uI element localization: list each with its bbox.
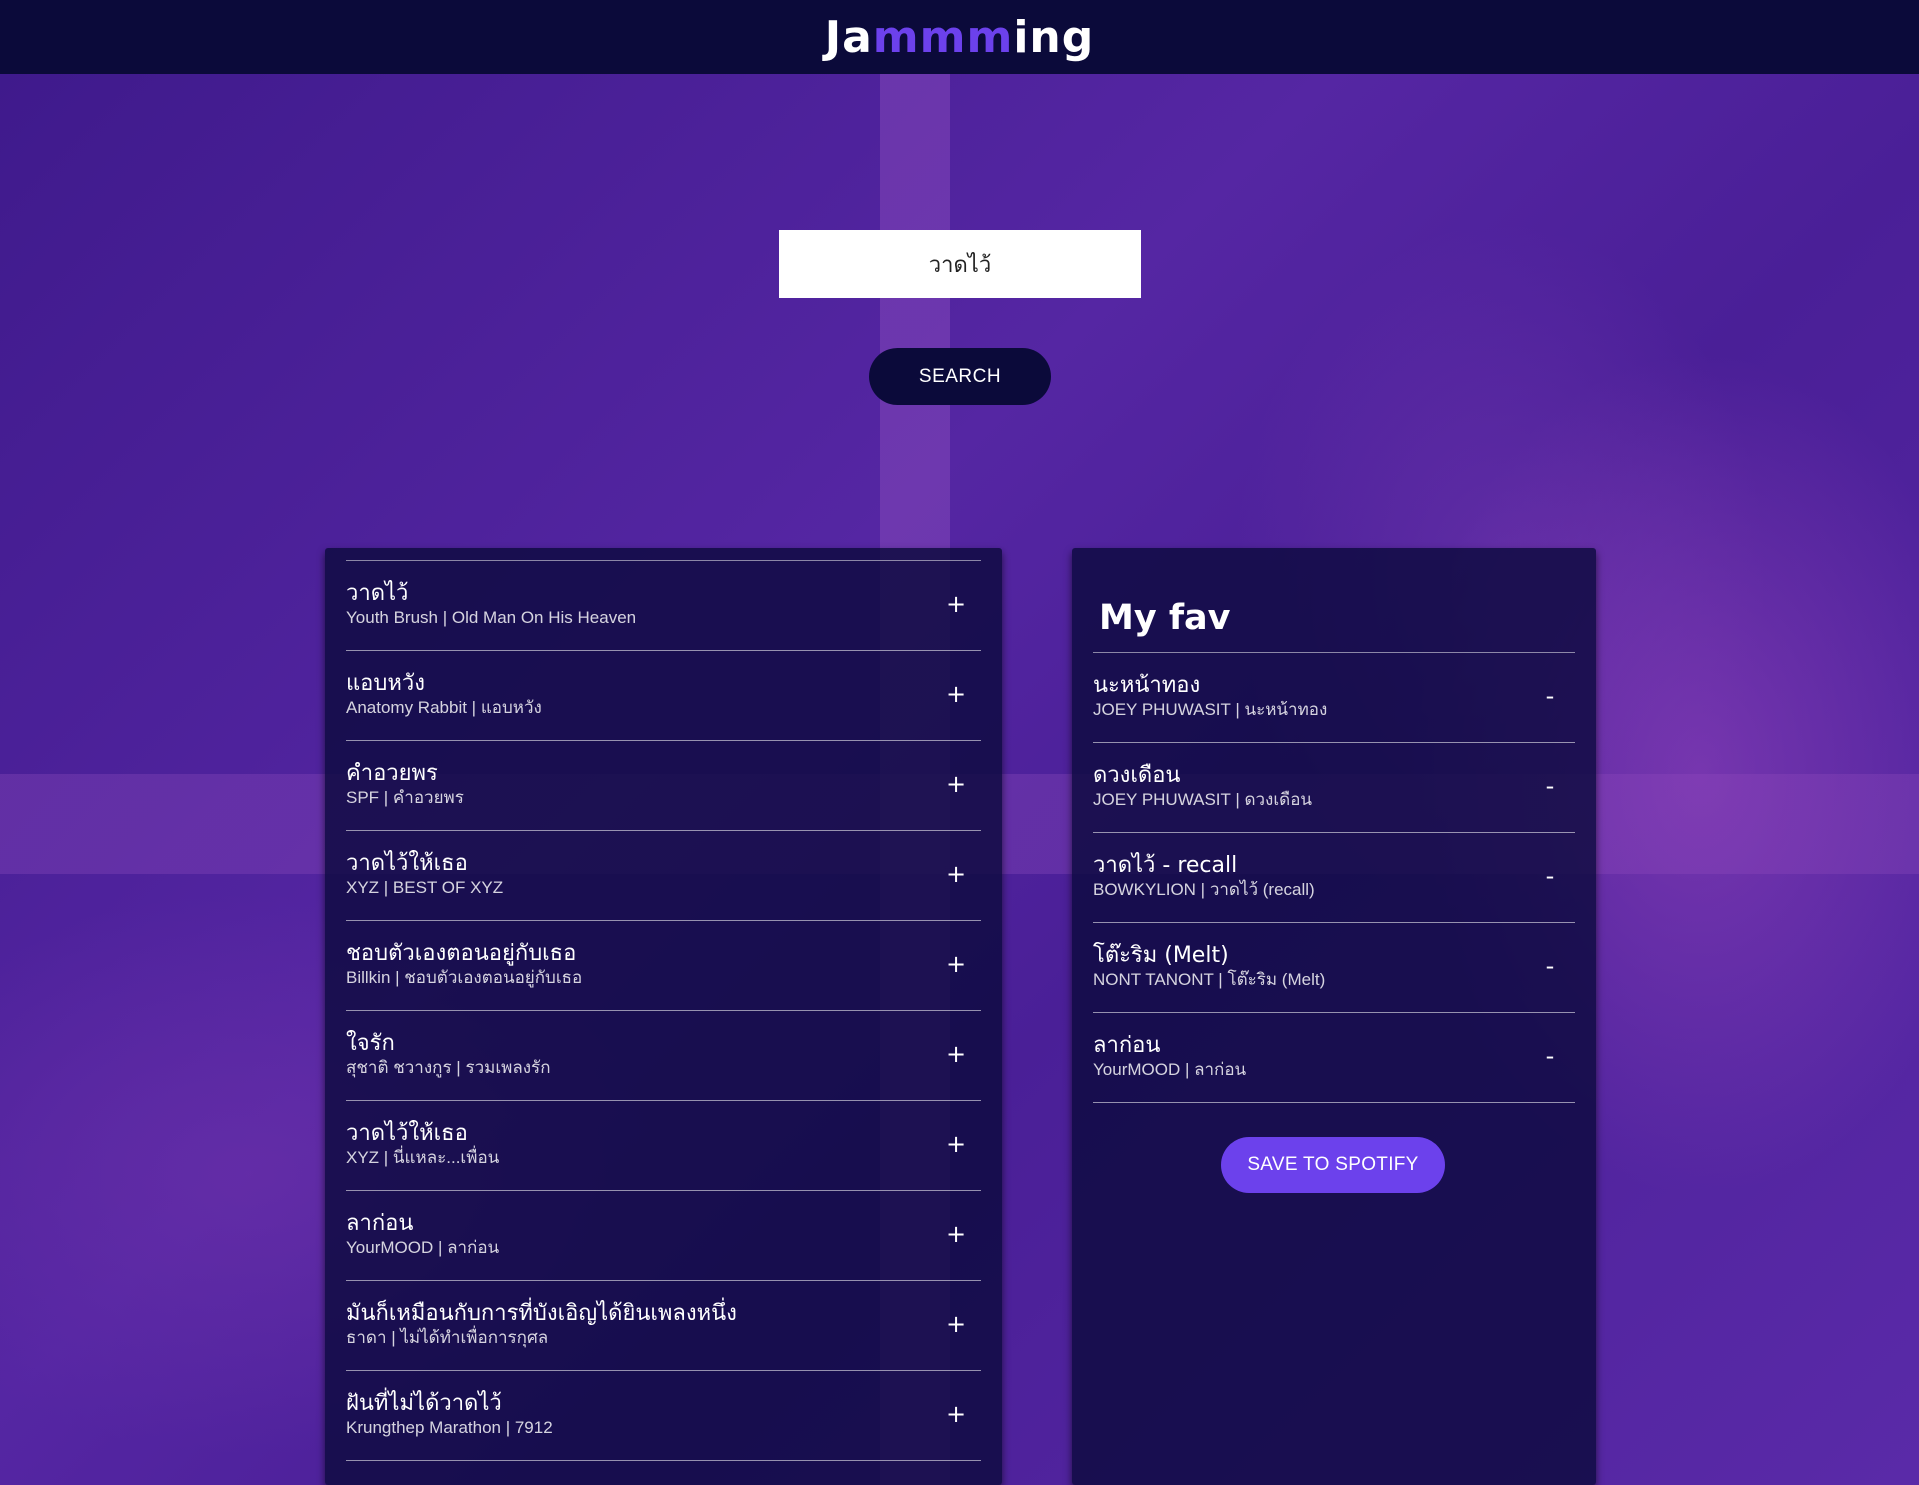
track-meta: NONT TANONT | โต๊ะริม (Melt)	[1093, 970, 1326, 989]
logo-prefix: Ja	[824, 11, 873, 63]
track-title: ชอบตัวเองตอนอยู่กับเธอ	[346, 941, 577, 966]
track-title: โต๊ะริม (Melt)	[1093, 943, 1229, 968]
track-title: คำอวยพร	[346, 761, 438, 786]
remove-track-button[interactable]: -	[1535, 951, 1565, 981]
track-meta: YourMOOD | ลาก่อน	[1093, 1060, 1247, 1079]
track-title: มันก็เหมือนกับการที่บังเอิญได้ยินเพลงหนึ…	[346, 1301, 737, 1326]
track-meta: JOEY PHUWASIT | นะหน้าทอง	[1093, 700, 1328, 719]
track-title: ดวงเดือน	[1093, 763, 1181, 788]
add-track-button[interactable]: +	[941, 859, 971, 889]
app-logo: Jammming	[825, 12, 1095, 63]
playlist-track: วาดไว้ - recall BOWKYLION | วาดไว้ (reca…	[1093, 833, 1575, 923]
track-title: วาดไว้ให้เธอ	[346, 1121, 468, 1146]
add-track-button[interactable]: +	[941, 1129, 971, 1159]
result-track: ชอบตัวเองตอนอยู่กับเธอ Billkin | ชอบตัวเ…	[346, 921, 981, 1011]
result-track: คำอวยพร SPF | คำอวยพร +	[346, 741, 981, 831]
track-meta: สุชาติ ชวางกูร | รวมเพลงรัก	[346, 1058, 551, 1077]
remove-track-button[interactable]: -	[1535, 1041, 1565, 1071]
add-track-button[interactable]: +	[941, 769, 971, 799]
search-results-list: วาดไว้ Youth Brush | Old Man On His Heav…	[346, 560, 981, 1461]
track-meta: BOWKYLION | วาดไว้ (recall)	[1093, 880, 1315, 899]
result-track: ใจรัก สุชาติ ชวางกูร | รวมเพลงรัก +	[346, 1011, 981, 1101]
playlist-track-list: นะหน้าทอง JOEY PHUWASIT | นะหน้าทอง - ดว…	[1093, 652, 1575, 1103]
remove-track-button[interactable]: -	[1535, 771, 1565, 801]
track-meta: SPF | คำอวยพร	[346, 788, 464, 807]
search-button[interactable]: SEARCH	[869, 348, 1051, 405]
track-meta: XYZ | BEST OF XYZ	[346, 878, 504, 897]
result-track: แอบหวัง Anatomy Rabbit | แอบหวัง +	[346, 651, 981, 741]
add-track-button[interactable]: +	[941, 679, 971, 709]
result-track: วาดไว้ให้เธอ XYZ | นี่แหละ...เพื่อน +	[346, 1101, 981, 1191]
track-meta: ธาดา | ไม่ได้ทำเพื่อการกุศล	[346, 1328, 549, 1347]
track-meta: Youth Brush | Old Man On His Heaven	[346, 608, 637, 627]
add-track-button[interactable]: +	[941, 949, 971, 979]
track-meta: YourMOOD | ลาก่อน	[346, 1238, 500, 1257]
track-meta: Billkin | ชอบตัวเองตอนอยู่กับเธอ	[346, 968, 583, 987]
track-meta: Krungthep Marathon | 7912	[346, 1418, 553, 1437]
search-input[interactable]	[779, 230, 1141, 298]
result-track: วาดไว้ให้เธอ XYZ | BEST OF XYZ +	[346, 831, 981, 921]
playlist-panel: My fav นะหน้าทอง JOEY PHUWASIT | นะหน้าท…	[1072, 548, 1596, 1485]
track-title: วาดไว้ - recall	[1093, 853, 1238, 878]
track-title: นะหน้าทอง	[1093, 673, 1201, 698]
track-meta: XYZ | นี่แหละ...เพื่อน	[346, 1148, 500, 1167]
result-track: วาดไว้ Youth Brush | Old Man On His Heav…	[346, 561, 981, 651]
playlist-track: ดวงเดือน JOEY PHUWASIT | ดวงเดือน -	[1093, 743, 1575, 833]
track-meta: Anatomy Rabbit | แอบหวัง	[346, 698, 542, 717]
add-track-button[interactable]: +	[941, 1219, 971, 1249]
playlist-track: โต๊ะริม (Melt) NONT TANONT | โต๊ะริม (Me…	[1093, 923, 1575, 1013]
search-results-panel: วาดไว้ Youth Brush | Old Man On His Heav…	[325, 548, 1002, 1485]
playlist-track: นะหน้าทอง JOEY PHUWASIT | นะหน้าทอง -	[1093, 653, 1575, 743]
remove-track-button[interactable]: -	[1535, 681, 1565, 711]
track-title: ใจรัก	[346, 1031, 395, 1056]
add-track-button[interactable]: +	[941, 589, 971, 619]
track-title: ลาก่อน	[1093, 1033, 1161, 1058]
add-track-button[interactable]: +	[941, 1399, 971, 1429]
track-title: วาดไว้	[346, 581, 409, 606]
save-to-spotify-button[interactable]: SAVE TO SPOTIFY	[1221, 1137, 1445, 1193]
remove-track-button[interactable]: -	[1535, 861, 1565, 891]
track-title: วาดไว้ให้เธอ	[346, 851, 468, 876]
result-track: มันก็เหมือนกับการที่บังเอิญได้ยินเพลงหนึ…	[346, 1281, 981, 1371]
logo-accent: mmm	[872, 11, 1014, 63]
track-title: แอบหวัง	[346, 671, 425, 696]
playlist-name-field[interactable]: My fav	[1099, 598, 1569, 638]
add-track-button[interactable]: +	[941, 1309, 971, 1339]
add-track-button[interactable]: +	[941, 1039, 971, 1069]
track-title: ลาก่อน	[346, 1211, 414, 1236]
track-meta: JOEY PHUWASIT | ดวงเดือน	[1093, 790, 1313, 809]
track-title: ฝันที่ไม่ได้วาดไว้	[346, 1391, 502, 1416]
result-track: ฝันที่ไม่ได้วาดไว้ Krungthep Marathon | …	[346, 1371, 981, 1461]
logo-suffix: ing	[1013, 11, 1095, 63]
result-track: ลาก่อน YourMOOD | ลาก่อน +	[346, 1191, 981, 1281]
playlist-track: ลาก่อน YourMOOD | ลาก่อน -	[1093, 1013, 1575, 1103]
top-nav: Jammming	[0, 0, 1919, 74]
